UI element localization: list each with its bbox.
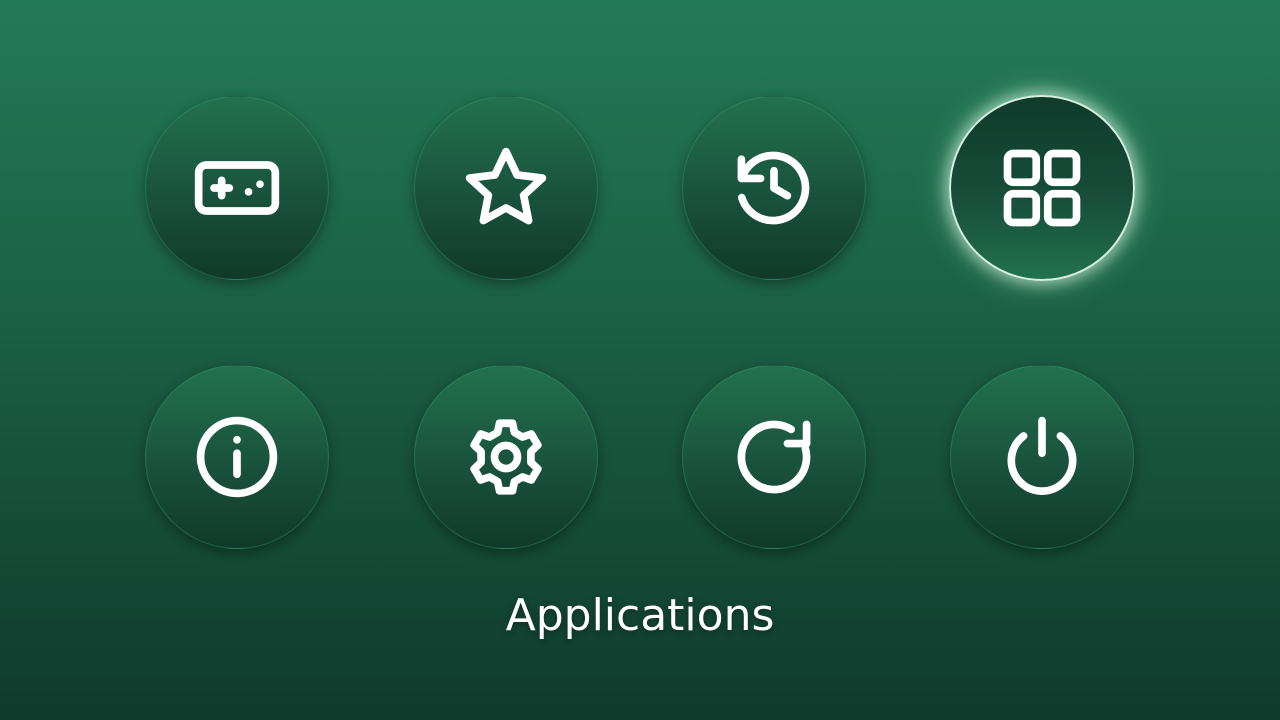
restart-icon: [728, 411, 820, 503]
settings-tile[interactable]: [414, 365, 598, 549]
games-tile[interactable]: [145, 96, 329, 280]
favorites-tile[interactable]: [414, 96, 598, 280]
info-tile[interactable]: [145, 365, 329, 549]
gamepad-icon: [191, 142, 283, 234]
selected-item-label: Applications: [505, 590, 775, 641]
history-icon: [728, 142, 820, 234]
applications-tile[interactable]: [949, 95, 1135, 281]
star-icon: [460, 142, 552, 234]
gear-icon: [460, 411, 552, 503]
power-icon: [996, 411, 1088, 503]
info-icon: [191, 411, 283, 503]
history-tile[interactable]: [682, 96, 866, 280]
power-tile[interactable]: [950, 365, 1134, 549]
restart-tile[interactable]: [682, 365, 866, 549]
grid-icon: [996, 142, 1088, 234]
